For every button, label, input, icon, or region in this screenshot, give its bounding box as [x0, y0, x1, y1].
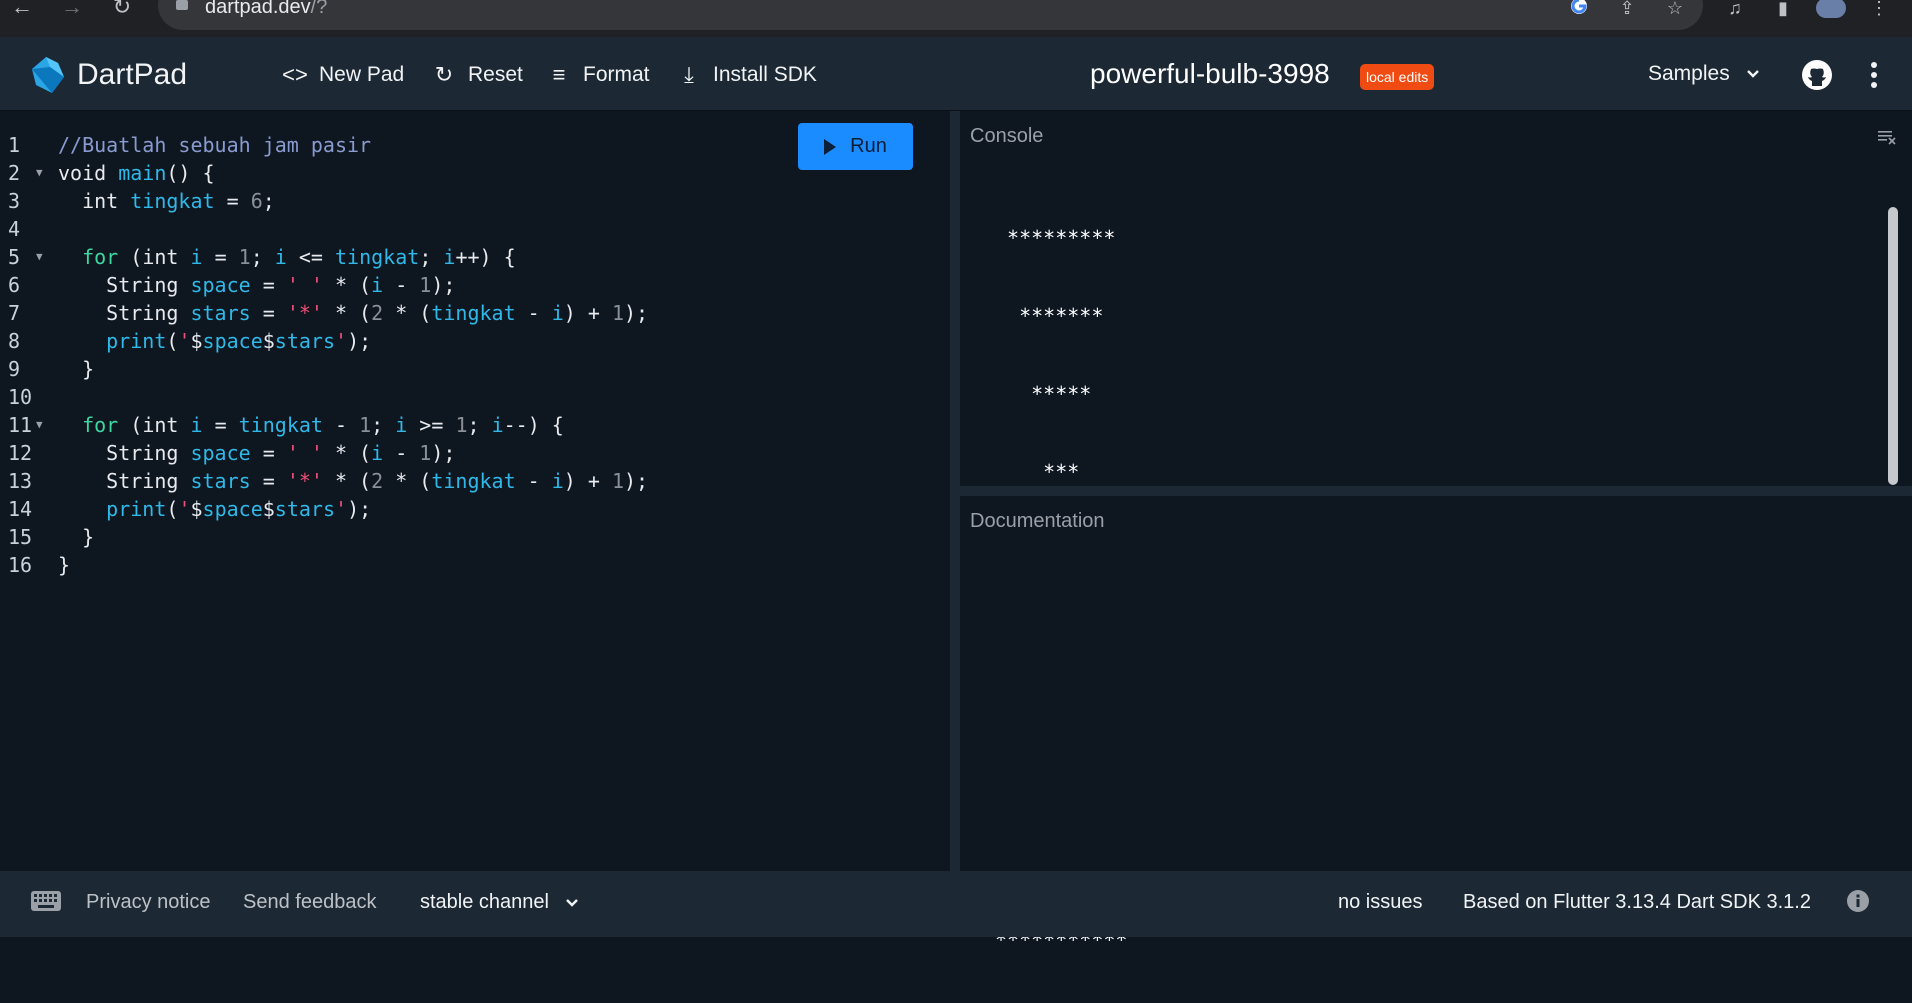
line-number: 8: [8, 329, 21, 353]
issues-status[interactable]: no issues: [1338, 891, 1423, 914]
chevron-down-icon: [566, 898, 578, 907]
format-button[interactable]: ≡ Format: [547, 62, 650, 88]
line-gutter: 1 2 ▼ 3 4 5 ▼ 6 7 8 9 10 11 ▼ 12 13 14 15 1…: [0, 131, 58, 579]
forward-arrow-icon[interactable]: →: [60, 0, 84, 18]
more-vert-icon[interactable]: [1868, 59, 1880, 91]
browser-toolbar: ← → ↻ dartpad.dev/? ⇪ ☆ ♫ ▮ ⋮: [0, 0, 1912, 37]
install-sdk-button[interactable]: ⤓ Install SDK: [677, 62, 817, 88]
code-line[interactable]: String space = ' ' * (i - 1);: [58, 439, 648, 467]
console-title: Console: [970, 125, 1044, 147]
code-line[interactable]: void main() {: [58, 159, 648, 187]
line-number: 4: [8, 217, 21, 241]
avatar[interactable]: [1816, 0, 1846, 18]
code-line[interactable]: print('$space$stars');: [58, 495, 648, 523]
sidepanel-icon[interactable]: ▮: [1770, 0, 1796, 18]
code-line[interactable]: print('$space$stars');: [58, 327, 648, 355]
code-line[interactable]: String space = ' ' * (i - 1);: [58, 271, 648, 299]
line-number: 5 ▼: [8, 243, 43, 271]
line-number: 1: [8, 133, 21, 157]
line-number: 11 ▼: [8, 411, 43, 439]
code-line[interactable]: for (int i = tingkat - 1; i >= 1; i--) {: [58, 411, 648, 439]
horizontal-splitter[interactable]: [960, 486, 1912, 496]
line-number: 13: [8, 469, 33, 493]
send-feedback-link[interactable]: Send feedback: [243, 891, 376, 914]
channel-dropdown[interactable]: stable channel: [420, 891, 579, 914]
pad-name[interactable]: powerful-bulb-3998: [1090, 58, 1330, 90]
code-line[interactable]: [58, 383, 648, 411]
reload-icon[interactable]: ↻: [110, 0, 134, 18]
console-line: ***: [995, 460, 1080, 484]
dart-logo-icon: [32, 57, 64, 93]
back-arrow-icon[interactable]: ←: [10, 0, 34, 18]
local-edits-badge: local edits: [1360, 64, 1435, 90]
code-line[interactable]: for (int i = 1; i <= tingkat; i++) {: [58, 243, 648, 271]
url-text[interactable]: dartpad.dev/?: [205, 0, 327, 19]
footer: Privacy notice Send feedback stable chan…: [0, 871, 1912, 937]
code-line[interactable]: String stars = '*' * (2 * (tingkat - i) …: [58, 299, 648, 327]
version-info: Based on Flutter 3.13.4 Dart SDK 3.1.2: [1463, 891, 1811, 913]
line-number: 7: [8, 301, 21, 325]
info-icon[interactable]: [1846, 889, 1870, 913]
console-line: *****: [995, 382, 1092, 406]
run-label: Run: [850, 135, 887, 157]
console-line: *******: [995, 304, 1104, 328]
samples-label: Samples: [1648, 62, 1730, 85]
app-title: DartPad: [77, 58, 188, 91]
format-align-icon: ≡: [552, 62, 566, 87]
code-icon: <>: [282, 62, 308, 87]
lock-icon: [176, 0, 188, 10]
line-number: 6: [8, 273, 21, 297]
code-line[interactable]: String stars = '*' * (2 * (tingkat - i) …: [58, 467, 648, 495]
console-line: *********: [995, 226, 1116, 250]
share-icon[interactable]: ⇪: [1614, 0, 1640, 18]
code-line[interactable]: }: [58, 523, 648, 551]
line-number: 15: [8, 525, 33, 549]
code-line[interactable]: int tingkat = 6;: [58, 187, 648, 215]
address-bar[interactable]: [158, 0, 1703, 30]
code-content[interactable]: //Buatlah sebuah jam pasir void main() { …: [58, 131, 648, 579]
code-line[interactable]: }: [58, 551, 648, 579]
bookmark-star-icon[interactable]: ☆: [1662, 0, 1688, 18]
samples-dropdown[interactable]: Samples: [1648, 62, 1760, 86]
privacy-notice-link[interactable]: Privacy notice: [86, 891, 211, 914]
media-icon[interactable]: ♫: [1722, 0, 1748, 18]
line-number: 9: [8, 357, 21, 381]
fold-arrow-icon[interactable]: ▼: [36, 243, 43, 271]
line-number: 3: [8, 189, 21, 213]
run-button[interactable]: Run: [798, 123, 913, 170]
fold-arrow-icon[interactable]: ▼: [36, 411, 43, 439]
fold-arrow-icon[interactable]: ▼: [36, 159, 43, 187]
documentation-title: Documentation: [970, 510, 1105, 532]
line-number: 10: [8, 385, 33, 409]
code-line[interactable]: }: [58, 355, 648, 383]
reset-button[interactable]: ↻ Reset: [432, 62, 523, 88]
new-pad-button[interactable]: <> New Pad: [282, 62, 405, 88]
code-line[interactable]: //Buatlah sebuah jam pasir: [58, 131, 648, 159]
vertical-splitter[interactable]: [950, 111, 960, 871]
format-label: Format: [583, 63, 650, 86]
code-editor[interactable]: 1 2 ▼ 3 4 5 ▼ 6 7 8 9 10 11 ▼ 12 13 14 15 1…: [0, 111, 950, 871]
refresh-icon: ↻: [434, 62, 454, 87]
line-number: 12: [8, 441, 33, 465]
keyboard-icon[interactable]: [30, 889, 62, 913]
channel-label: stable channel: [420, 891, 549, 913]
chevron-down-icon: [1746, 70, 1759, 78]
chrome-menu-icon[interactable]: ⋮: [1866, 0, 1892, 18]
app-header: DartPad <> New Pad ↻ Reset ≡ Format ⤓ In…: [0, 37, 1912, 111]
line-number: 14: [8, 497, 33, 521]
google-icon[interactable]: [1566, 0, 1592, 18]
console-panel: Console ********* ******* ***** *** * **…: [960, 111, 1912, 952]
clear-console-icon[interactable]: [1878, 129, 1896, 145]
reset-label: Reset: [468, 63, 523, 86]
github-icon[interactable]: [1801, 59, 1833, 91]
download-icon: ⤓: [684, 62, 694, 87]
install-sdk-label: Install SDK: [713, 63, 817, 86]
line-number: 2 ▼: [8, 159, 43, 187]
code-line[interactable]: [58, 215, 648, 243]
documentation-panel: Documentation: [960, 496, 1912, 871]
play-icon: [824, 138, 837, 155]
new-pad-label: New Pad: [319, 63, 405, 86]
line-number: 16: [8, 553, 33, 577]
console-scrollbar-thumb[interactable]: [1888, 207, 1898, 485]
